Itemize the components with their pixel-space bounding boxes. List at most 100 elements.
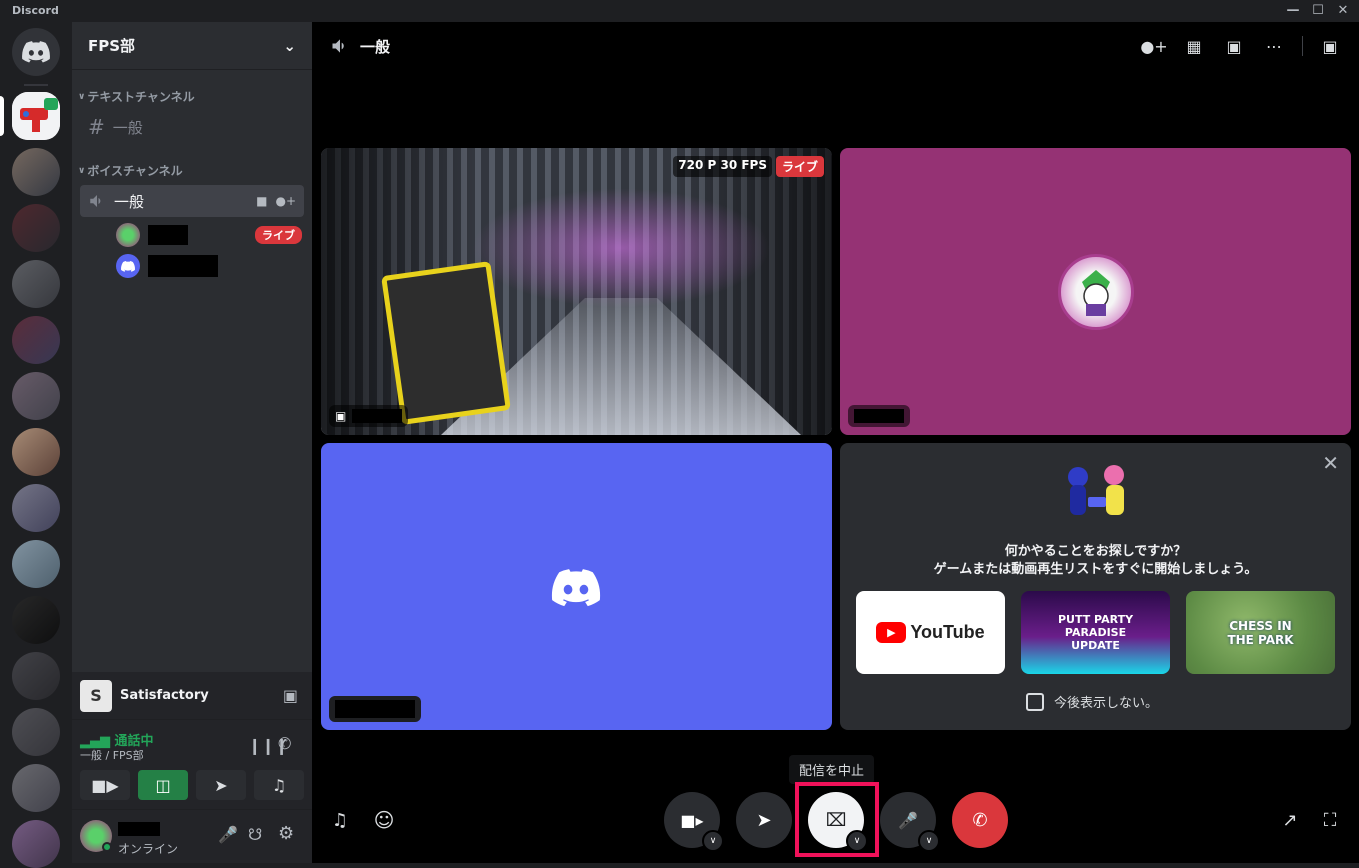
header-divider <box>1302 36 1303 56</box>
soundboard-icon[interactable]: ♫ <box>328 808 352 832</box>
add-user-icon[interactable]: ●+ <box>1140 34 1167 58</box>
stream-quality: 720 P 30 FPS <box>673 156 772 177</box>
soundboard-button[interactable]: ♫ <box>254 770 304 800</box>
character-icon <box>1082 270 1110 316</box>
server-blurred-7[interactable] <box>12 484 60 532</box>
highlight-box <box>795 782 879 857</box>
hangup-icon: ✆ <box>972 809 988 831</box>
category-label: テキストチャンネル <box>87 90 195 104</box>
user-tile[interactable] <box>840 148 1351 435</box>
speaker-icon <box>332 39 344 53</box>
voice-channel-path[interactable]: 一般 / FPS部 <box>80 747 144 763</box>
activity-suggestion-tile: ✕ 何かやることをお探しですか？ ゲームまたは動画再生リストをすぐに開始しましょ… <box>840 443 1351 730</box>
server-rail <box>0 22 72 868</box>
camera-icon: ■▸ <box>680 810 704 830</box>
channel-label: 一般 <box>114 192 145 211</box>
channel-voice-general[interactable]: 一般 ■ ●+ <box>80 185 304 217</box>
server-fps[interactable] <box>12 92 60 140</box>
maximize-icon[interactable]: ☐ <box>1305 2 1331 20</box>
server-blurred-2[interactable] <box>12 204 60 252</box>
user-avatar <box>1058 254 1134 330</box>
soundboard-icon: ♫ <box>271 775 287 795</box>
camera-button[interactable]: ■▶ <box>80 770 130 800</box>
user-tile-default-avatar[interactable] <box>321 443 832 730</box>
fullscreen-icon[interactable]: ⛶ <box>1318 808 1342 832</box>
guild-header[interactable]: FPS部 ⌄ <box>72 22 312 70</box>
dont-show-checkbox[interactable] <box>1026 692 1044 711</box>
category-voice-channels[interactable]: ∨ ボイスチャンネル <box>78 162 183 179</box>
more-options-icon[interactable]: ⋯ <box>1262 34 1286 58</box>
redacted-username <box>148 225 188 245</box>
channel-text-general[interactable]: # 一般 <box>80 111 304 143</box>
inbox-icon[interactable]: ▣ <box>1222 34 1246 58</box>
server-blurred-1[interactable] <box>12 148 60 196</box>
activity-youtube[interactable]: ▶ YouTube <box>856 591 1005 674</box>
add-user-icon[interactable]: ●+ <box>275 194 296 208</box>
avatar <box>116 223 140 247</box>
headphones-icon[interactable]: ☋ <box>248 825 262 844</box>
server-blurred-6[interactable] <box>12 428 60 476</box>
category-text-channels[interactable]: ∨ テキストチャンネル <box>78 88 195 105</box>
activity-question: 何かやることをお探しですか？ <box>1004 544 1187 559</box>
stop-stream-icon[interactable]: ▣ <box>283 686 298 705</box>
server-blurred-12[interactable] <box>12 764 60 812</box>
chat-icon[interactable]: ▣ <box>1318 34 1342 58</box>
youtube-logo-icon: ▶ YouTube <box>876 622 985 643</box>
close-icon[interactable]: ✕ <box>1330 2 1356 20</box>
voice-user-2[interactable] <box>116 253 302 279</box>
emoji-icon[interactable]: ☺ <box>372 808 396 832</box>
server-blurred-11[interactable] <box>12 708 60 756</box>
activity-button[interactable]: ➤ <box>196 770 246 800</box>
microphone-icon: 🎤 <box>898 810 918 830</box>
stream-quality-badge: 720 P 30 FPS ライブ <box>673 156 824 177</box>
channel-sidebar: FPS部 ⌄ ∨ テキストチャンネル # 一般 ∨ ボイスチャンネル 一般 ■ … <box>72 22 312 863</box>
hash-icon: # <box>88 115 105 139</box>
layout-grid-icon[interactable]: ▦ <box>1182 34 1206 58</box>
chat-icon[interactable]: ■ <box>256 194 267 208</box>
activity-launch-button[interactable]: ➤ <box>736 792 792 848</box>
game-icon: S <box>80 679 112 712</box>
stop-stream-tooltip: 配信を中止 <box>789 755 875 784</box>
popout-icon[interactable]: ↗ <box>1278 808 1302 832</box>
server-blurred-3[interactable] <box>12 260 60 308</box>
disconnect-button[interactable]: ✆ <box>952 792 1008 848</box>
camera-icon: ■▶ <box>91 775 119 795</box>
putt-party-logo: PUTT PARTY PARADISE UPDATE <box>1057 613 1134 652</box>
stream-tile[interactable]: 720 P 30 FPS ライブ ▣ <box>321 148 832 435</box>
dont-show-again[interactable]: 今後表示しない。 <box>1026 692 1158 711</box>
microphone-icon[interactable]: 🎤 <box>218 825 238 844</box>
camera-toggle-button[interactable]: ■▸ ∨ <box>664 792 724 852</box>
live-badge: ライブ <box>255 226 302 244</box>
voice-user-1[interactable]: ライブ <box>116 222 302 248</box>
chevron-down-icon[interactable]: ∨ <box>918 830 940 852</box>
activity-putt-party[interactable]: PUTT PARTY PARADISE UPDATE <box>1021 591 1170 674</box>
redacted-username <box>118 822 160 836</box>
channel-title: 一般 <box>360 37 391 56</box>
server-icon <box>12 92 60 140</box>
server-blurred-13[interactable] <box>12 820 60 868</box>
discord-home-button[interactable] <box>12 28 60 76</box>
avatar <box>116 254 140 278</box>
rocket-icon: ➤ <box>756 809 772 831</box>
server-blurred-10[interactable] <box>12 652 60 700</box>
screen-share-button[interactable]: ◫ <box>138 770 188 800</box>
server-blurred-5[interactable] <box>12 372 60 420</box>
minimize-icon[interactable]: — <box>1280 2 1306 20</box>
chevron-down-icon: ⌄ <box>283 36 296 55</box>
gear-icon[interactable]: ⚙ <box>278 823 294 844</box>
close-icon[interactable]: ✕ <box>1322 451 1339 475</box>
disconnect-icon[interactable]: ✆ <box>278 734 291 753</box>
guild-name: FPS部 <box>88 37 136 55</box>
chevron-down-icon: ∨ <box>78 91 86 102</box>
voice-connected-panel: ▂▄▆ 通話中 一般 / FPS部 ❙❙❙ ✆ ■▶ ◫ ➤ ♫ <box>72 720 312 810</box>
microphone-toggle-button[interactable]: 🎤 ∨ <box>880 792 940 852</box>
chevron-down-icon[interactable]: ∨ <box>702 830 724 852</box>
screen-share-icon: ◫ <box>155 775 171 795</box>
activity-subtitle: ゲームまたは動画再生リストをすぐに開始しましょう。 <box>933 562 1258 577</box>
activity-chess-in-the-park[interactable]: CHESS IN THE PARK <box>1186 591 1335 674</box>
server-blurred-8[interactable] <box>12 540 60 588</box>
stream-video-device <box>381 261 511 425</box>
server-blurred-4[interactable] <box>12 316 60 364</box>
redacted-username <box>352 409 403 423</box>
server-blurred-9[interactable] <box>12 596 60 644</box>
